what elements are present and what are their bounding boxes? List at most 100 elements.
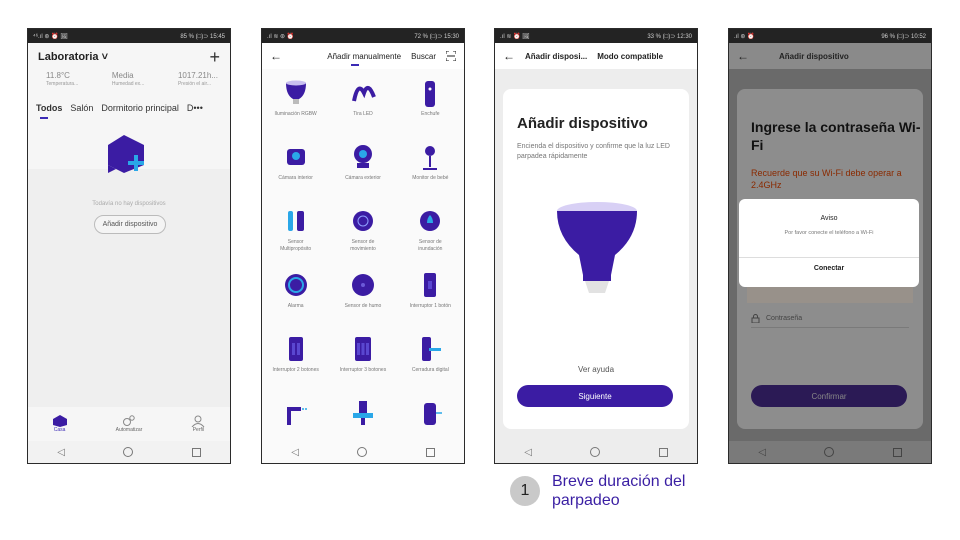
page-title: Añadir dispositivo bbox=[779, 51, 849, 61]
confirm-button[interactable]: Confirmar bbox=[751, 385, 907, 407]
tab-add-manually[interactable]: Añadir manualmente bbox=[327, 52, 401, 66]
compatible-mode-link[interactable]: Modo compatible bbox=[597, 52, 663, 61]
tab-label: Casa bbox=[53, 427, 66, 433]
nav-back-icon[interactable]: ◁ bbox=[291, 447, 299, 458]
device-tile-label: Cerradura digital bbox=[411, 367, 449, 373]
add-header: ← Añadir manualmente Buscar bbox=[262, 43, 464, 69]
phone-home-screen: ⁴⁶.ıl ⊛ ⏰ 🖼 85 % (□)⊃ 15:45 Laboratoria … bbox=[27, 28, 231, 464]
ir-remote-icon bbox=[417, 399, 443, 429]
home-icon bbox=[52, 415, 67, 427]
nav-home-icon[interactable] bbox=[590, 447, 601, 457]
device-tile[interactable]: Sensor de inundación bbox=[397, 207, 464, 265]
tab-dormitorio[interactable]: Dormitorio principal bbox=[101, 103, 179, 119]
device-tile[interactable]: Enchufe bbox=[397, 79, 464, 137]
wifi-warning: Recuerde que su Wi-Fi debe operar a 2.4G… bbox=[751, 168, 902, 190]
plug-icon bbox=[417, 79, 443, 109]
status-battery-time: 96 % (□)⊃ 10:52 bbox=[881, 33, 926, 40]
nav-recents-icon[interactable] bbox=[425, 447, 435, 457]
weather-value: 1017.21h... bbox=[177, 71, 218, 80]
password-placeholder: Contraseña bbox=[766, 314, 803, 322]
status-icons: ⁴⁶.ıl ⊛ ⏰ 🖼 bbox=[33, 33, 68, 40]
device-tile-label: Sensor de inundación bbox=[418, 239, 443, 252]
status-bar: .ıl ⊛ ⏰ 96 % (□)⊃ 10:52 bbox=[729, 29, 931, 43]
tab-perfil[interactable]: Perfil bbox=[191, 415, 205, 433]
device-tile-label: Interruptor 2 botones bbox=[272, 367, 319, 373]
tab-search[interactable]: Buscar bbox=[411, 52, 436, 61]
device-tile[interactable]: Alarma bbox=[262, 271, 329, 329]
weather-pressure: 1017.21h... Presión el air... bbox=[178, 71, 218, 87]
status-battery-time: 72 % (□)⊃ 15:30 bbox=[414, 33, 459, 40]
android-nav-bar: ◁ bbox=[262, 441, 464, 463]
device-tile-label: Alarma bbox=[287, 303, 304, 309]
tab-label: Automatizar bbox=[115, 427, 143, 433]
back-arrow-icon[interactable]: ← bbox=[503, 49, 515, 63]
nav-recents-icon[interactable] bbox=[658, 447, 668, 457]
device-tile[interactable]: Monitor de bebé bbox=[397, 143, 464, 201]
device-tile[interactable]: Interruptor 1 botón bbox=[397, 271, 464, 329]
device-tile[interactable]: Iluminación RGBW bbox=[262, 79, 329, 137]
weather-row: 11.8°C Temperatura... Media Humedad ex..… bbox=[28, 71, 230, 87]
step-number: 1 bbox=[510, 476, 540, 507]
nav-home-icon[interactable] bbox=[357, 447, 368, 457]
lock-icon bbox=[751, 313, 760, 323]
next-button[interactable]: Siguiente bbox=[517, 385, 673, 407]
android-nav-bar: ◁ bbox=[28, 441, 230, 463]
lock-icon bbox=[417, 335, 443, 365]
phone-add-device: .ıl ≋ ⏰ 🖼 33 % (□)⊃ 12:30 ← Añadir dispo… bbox=[494, 28, 698, 464]
device-tile[interactable]: Sensor de humo bbox=[329, 271, 396, 329]
nav-home-icon[interactable] bbox=[824, 447, 835, 457]
device-tile[interactable]: Sensor Multipropósito bbox=[262, 207, 329, 265]
device-tile[interactable]: Cerradura digital bbox=[397, 335, 464, 393]
connect-button[interactable]: Conectar bbox=[739, 265, 919, 272]
device-tile[interactable]: Interruptor 2 botones bbox=[262, 335, 329, 393]
device-tile-label: Interruptor 3 botones bbox=[339, 367, 387, 373]
led-strip-icon bbox=[350, 79, 376, 109]
baby-monitor-icon bbox=[417, 143, 443, 173]
device-tile-label: Monitor de bebé bbox=[412, 175, 449, 181]
add-icon[interactable]: + bbox=[209, 48, 220, 66]
device-tile[interactable]: Cámara interior bbox=[262, 143, 329, 201]
tab-todos[interactable]: Todos bbox=[36, 103, 62, 119]
bottom-tab-bar: Casa Automatizar Perfil bbox=[28, 407, 230, 441]
status-battery-time: 85 % (□)⊃ 15:45 bbox=[180, 33, 225, 40]
status-bar: ⁴⁶.ıl ⊛ ⏰ 🖼 85 % (□)⊃ 15:45 bbox=[28, 29, 230, 43]
device-tile[interactable]: Interruptor 3 botones bbox=[329, 335, 396, 393]
add-device-card: Añadir dispositivo Encienda el dispositi… bbox=[503, 89, 689, 429]
nav-back-icon[interactable]: ◁ bbox=[57, 447, 65, 458]
device-tile-label: Sensor de humo bbox=[344, 303, 382, 309]
switch-3-icon bbox=[350, 335, 376, 365]
dialog-divider bbox=[739, 257, 919, 258]
scan-icon[interactable] bbox=[446, 51, 456, 61]
tab-more[interactable]: D••• bbox=[187, 103, 203, 119]
tab-salon[interactable]: Salón bbox=[70, 103, 93, 119]
smoke-sensor-icon bbox=[350, 271, 376, 301]
tab-automatizar[interactable]: Automatizar bbox=[115, 415, 143, 433]
nav-recents-icon[interactable] bbox=[191, 447, 201, 457]
device-tile[interactable]: Tira LED bbox=[329, 79, 396, 137]
nav-back-icon[interactable]: ◁ bbox=[524, 447, 532, 458]
empty-text: Todavía no hay dispositivos bbox=[92, 201, 166, 207]
nav-back-icon[interactable]: ◁ bbox=[758, 447, 766, 458]
status-bar: .ıl ≋ ⊛ ⏰ 72 % (□)⊃ 15:30 bbox=[262, 29, 464, 43]
weather-value: Media bbox=[111, 71, 134, 80]
multi-sensor-icon bbox=[283, 207, 309, 237]
back-arrow-icon[interactable]: ← bbox=[737, 49, 749, 63]
add-device-button[interactable]: Añadir dispositivo bbox=[94, 215, 166, 234]
device-tile-label: Enchufe bbox=[421, 111, 440, 117]
weather-value: 11.8°C bbox=[46, 71, 70, 80]
add-device-header: ← Añadir dispositivo bbox=[729, 43, 931, 69]
help-link[interactable]: Ver ayuda bbox=[503, 365, 689, 374]
password-field[interactable]: Contraseña bbox=[751, 309, 909, 328]
weather-humidity: Media Humedad ex... bbox=[112, 71, 145, 87]
device-tile[interactable]: Cámara exterior bbox=[329, 143, 396, 201]
tab-casa[interactable]: Casa bbox=[52, 415, 67, 433]
status-bar: .ıl ≋ ⏰ 🖼 33 % (□)⊃ 12:30 bbox=[495, 29, 697, 43]
back-arrow-icon[interactable]: ← bbox=[270, 49, 282, 63]
nav-home-icon[interactable] bbox=[123, 447, 134, 457]
home-selector[interactable]: Laboratoria ˅ bbox=[38, 51, 108, 63]
device-tile[interactable]: Sensor de movimiento bbox=[329, 207, 396, 265]
phone-wifi-password: .ıl ⊛ ⏰ 96 % (□)⊃ 10:52 ← Añadir disposi… bbox=[728, 28, 932, 464]
device-tile-label: Cámara interior bbox=[278, 175, 313, 181]
nav-recents-icon[interactable] bbox=[892, 447, 902, 457]
gears-icon bbox=[122, 415, 135, 426]
